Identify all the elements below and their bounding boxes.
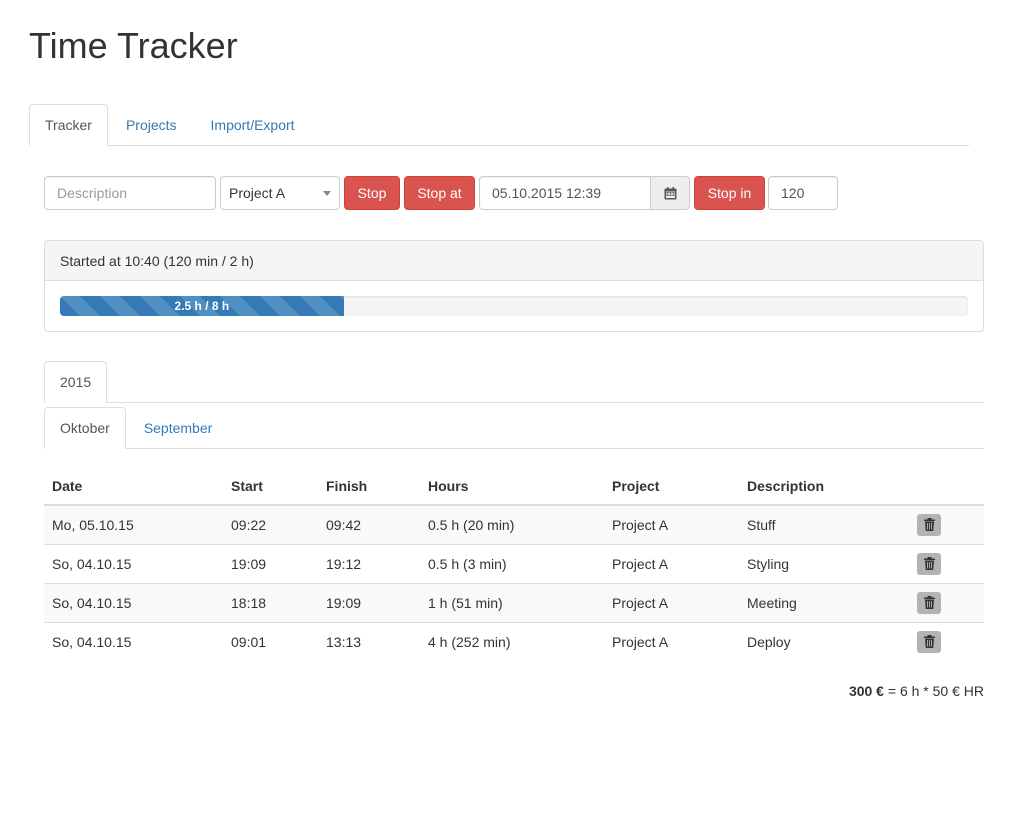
- cell-description: Deploy: [739, 621, 909, 661]
- delete-entry-button[interactable]: [917, 591, 941, 614]
- col-header-actions: [909, 467, 984, 506]
- stop-at-button[interactable]: Stop at: [404, 176, 475, 210]
- table-row: So, 04.10.15 18:18 19:09 1 h (51 min) Projec…: [44, 582, 984, 622]
- delete-entry-button[interactable]: [917, 552, 941, 575]
- cell-start: 18:18: [223, 582, 318, 622]
- chevron-down-icon: [323, 191, 331, 196]
- started-at-text: Started at 10:40 (120 min / 2 h): [45, 241, 983, 281]
- cell-project: Project A: [604, 582, 739, 622]
- cell-description: Meeting: [739, 582, 909, 622]
- stop-in-minutes-input[interactable]: 120: [768, 176, 838, 210]
- tab-year-2015[interactable]: 2015: [44, 361, 108, 403]
- cell-finish: 13:13: [318, 621, 420, 661]
- project-select-value: Project A: [229, 185, 286, 201]
- trash-icon: [923, 518, 935, 532]
- stop-at-datetime-input[interactable]: 05.10.2015 12:39: [479, 176, 652, 210]
- cell-hours: 1 h (51 min): [420, 582, 604, 622]
- cell-finish: 09:42: [318, 504, 420, 544]
- cell-start: 09:01: [223, 621, 318, 661]
- cell-actions: [909, 621, 984, 661]
- col-header-description: Description: [739, 467, 909, 506]
- tab-month-september[interactable]: September: [128, 407, 228, 448]
- cell-date: Mo, 05.10.15: [44, 504, 223, 544]
- cell-actions: [909, 543, 984, 583]
- table-row: Mo, 05.10.15 09:22 09:42 0.5 h (20 min) Proj…: [44, 504, 984, 544]
- year-tabs: 2015: [44, 361, 984, 403]
- cell-finish: 19:12: [318, 543, 420, 583]
- main-tabs: Tracker Projects Import/Export: [29, 104, 969, 146]
- calendar-icon: [664, 186, 676, 199]
- cell-date: So, 04.10.15: [44, 543, 223, 583]
- tab-month-oktober[interactable]: Oktober: [44, 407, 126, 449]
- cell-hours: 0.5 h (20 min): [420, 504, 604, 544]
- delete-entry-button[interactable]: [917, 630, 941, 653]
- col-header-start: Start: [223, 467, 318, 506]
- daily-progress-bar: 2.5 h / 8 h: [60, 296, 344, 316]
- table-row: So, 04.10.15 19:09 19:12 0.5 h (3 min) Proje…: [44, 543, 984, 583]
- delete-entry-button[interactable]: [917, 513, 941, 536]
- cell-finish: 19:09: [318, 582, 420, 622]
- project-select[interactable]: Project A: [220, 176, 340, 210]
- cell-start: 19:09: [223, 543, 318, 583]
- col-header-hours: Hours: [420, 467, 604, 506]
- description-input[interactable]: Description: [44, 176, 216, 210]
- col-header-project: Project: [604, 467, 739, 506]
- tab-import-export[interactable]: Import/Export: [195, 104, 311, 145]
- cell-hours: 0.5 h (3 min): [420, 543, 604, 583]
- col-header-finish: Finish: [318, 467, 420, 506]
- cell-project: Project A: [604, 504, 739, 544]
- col-header-date: Date: [44, 467, 223, 506]
- table-header-row: Date Start Finish Hours Project Descript…: [44, 467, 984, 506]
- cell-date: So, 04.10.15: [44, 582, 223, 622]
- daily-progress: 2.5 h / 8 h: [60, 296, 968, 316]
- cell-actions: [909, 504, 984, 544]
- cell-date: So, 04.10.15: [44, 621, 223, 661]
- entries-table: Date Start Finish Hours Project Descript…: [44, 467, 984, 661]
- cell-description: Styling: [739, 543, 909, 583]
- tab-projects[interactable]: Projects: [110, 104, 193, 145]
- earnings-formula: = 6 h * 50 € HR: [883, 683, 984, 699]
- calendar-button[interactable]: [650, 176, 690, 210]
- page-title: Time Tracker: [29, 25, 238, 66]
- stop-button[interactable]: Stop: [344, 176, 400, 210]
- earnings-summary: 300 € = 6 h * 50 € HR: [849, 683, 984, 699]
- month-tabs: Oktober September: [44, 407, 984, 449]
- table-row: So, 04.10.15 09:01 13:13 4 h (252 min) Proje…: [44, 621, 984, 661]
- current-timer-panel: Started at 10:40 (120 min / 2 h) 2.5 h /…: [44, 240, 984, 332]
- trash-icon: [923, 557, 935, 570]
- cell-actions: [909, 582, 984, 622]
- cell-project: Project A: [604, 543, 739, 583]
- cell-project: Project A: [604, 621, 739, 661]
- cell-description: Stuff: [739, 504, 909, 544]
- stop-in-button[interactable]: Stop in: [694, 176, 765, 210]
- cell-start: 09:22: [223, 504, 318, 544]
- cell-hours: 4 h (252 min): [420, 621, 604, 661]
- earnings-total: 300 €: [848, 683, 884, 699]
- trash-icon: [923, 596, 935, 609]
- trash-icon: [923, 635, 935, 649]
- tab-tracker[interactable]: Tracker: [29, 104, 108, 146]
